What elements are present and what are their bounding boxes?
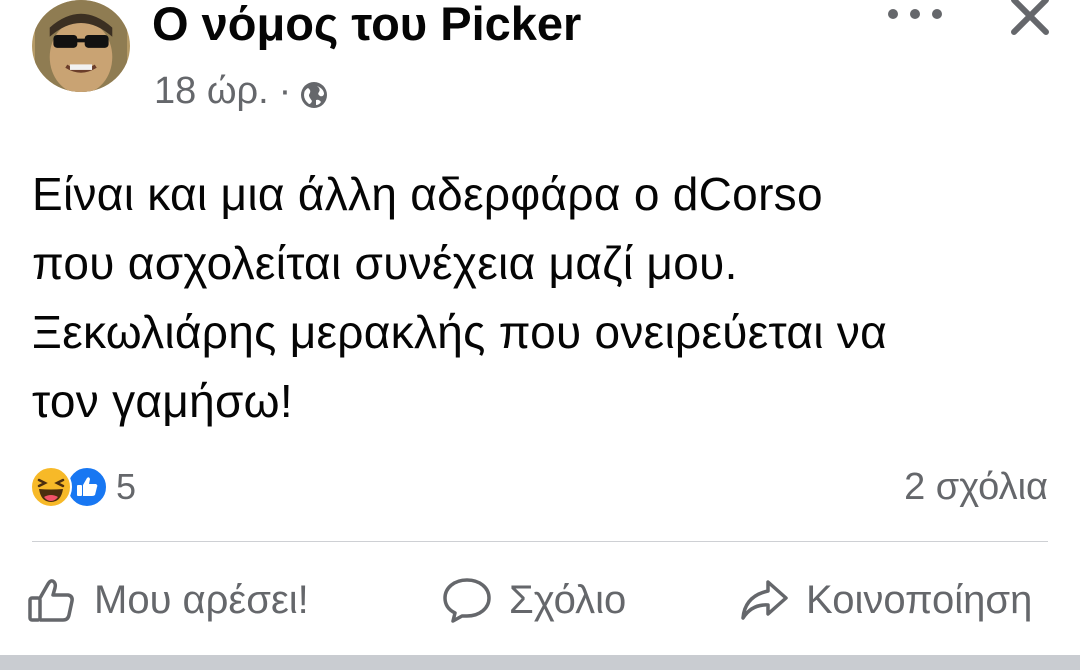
post-text-line: Είναι και μια άλλη αδερφάρα ο dCorso xyxy=(32,168,823,220)
post-text-line: Ξεκωλιάρης μερακλής που ονειρεύεται να xyxy=(32,306,888,358)
post-text-line: τον γαμήσω! xyxy=(32,375,293,427)
share-button-label: Κοινοποίηση xyxy=(806,577,1033,622)
share-arrow-icon xyxy=(741,580,788,620)
post-text-line: που ασχολείται συνέχεια μαζί μου. xyxy=(32,237,738,289)
like-button-label: Μου αρέσει! xyxy=(94,577,309,622)
comment-button-label: Σχόλιο xyxy=(509,577,627,622)
post-text: Είναι και μια άλλη αδερφάρα ο dCorso που… xyxy=(32,160,1062,436)
meta-separator: · xyxy=(278,70,292,112)
comment-button[interactable]: Σχόλιο xyxy=(441,568,626,632)
share-button[interactable]: Κοινοποίηση xyxy=(738,568,1032,632)
globe-icon xyxy=(299,77,329,108)
more-options-icon[interactable] xyxy=(888,0,942,28)
like-button[interactable]: Μου αρέσει! xyxy=(26,568,309,632)
comment-bubble-icon xyxy=(443,578,491,623)
reactions-summary[interactable]: 5 xyxy=(30,466,136,508)
post-actions: Μου αρέσει! Σχόλιο Κοινοποίηση xyxy=(0,568,1080,632)
haha-emoji-icon xyxy=(30,466,72,508)
reactions-count: 5 xyxy=(116,466,137,507)
close-icon[interactable] xyxy=(1008,0,1052,38)
post-timestamp[interactable]: 18 ώρ. xyxy=(154,70,269,113)
post-card: Ο νόμος του Picker 18 ώρ. · Είναι και μι… xyxy=(0,0,1080,655)
post-meta: 18 ώρ. · xyxy=(154,70,329,113)
avatar-image xyxy=(35,0,127,92)
like-reaction-icon xyxy=(66,466,108,508)
thumbs-up-icon xyxy=(28,579,74,622)
comments-count[interactable]: 2 σχόλια xyxy=(904,466,1048,509)
post-author-name[interactable]: Ο νόμος του Picker xyxy=(152,0,581,51)
divider xyxy=(32,541,1048,542)
feed-separator xyxy=(0,655,1080,670)
author-avatar[interactable] xyxy=(32,0,130,92)
